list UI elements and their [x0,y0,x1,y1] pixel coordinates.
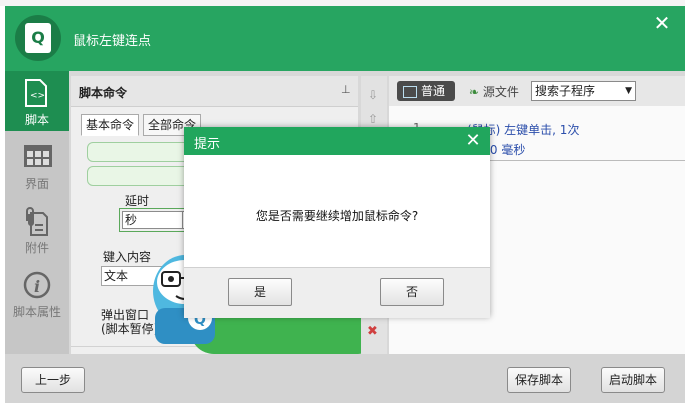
leaf-icon: ❧ [469,85,480,99]
nav-item-label: 附件 [24,241,49,255]
tab-basic-commands[interactable]: 基本命令 [81,114,140,136]
nav-item-label: 脚本 [24,113,49,127]
svg-text:<>: <> [30,91,45,101]
save-script-button[interactable]: 保存脚本 [507,367,571,393]
nav-item-label: 脚本属性 [12,305,61,319]
dialog-title: 提示 [194,137,221,152]
app-logo: Q [15,15,61,61]
nav-item-attachment[interactable]: 附件 [5,199,69,259]
delay-label: 延时 [125,194,150,208]
normal-view-button[interactable]: 普通 [397,81,455,101]
prev-step-button[interactable]: 上一步 [21,367,85,393]
prompt-dialog: 提示 ✕ 您是否需要继续增加鼠标命令? 是 否 [184,127,490,318]
nav-item-interface[interactable]: 界面 [5,135,69,195]
svg-text:i: i [34,277,40,296]
chevron-down-icon: ▼ [625,86,632,96]
yes-button[interactable]: 是 [228,278,292,306]
info-icon: i [23,271,51,299]
app-title: 鼠标左键连点 [73,34,152,49]
no-button[interactable]: 否 [380,278,444,306]
search-subroutine-select[interactable]: 搜索子程序 ▼ [531,81,636,101]
layout-grid-icon [24,145,52,167]
bottom-bar: 上一步 保存脚本 启动脚本 [5,354,685,403]
nav-item-script[interactable]: <> 脚本 [5,71,69,131]
source-file-button[interactable]: ❧ 源文件 [469,83,519,100]
divider [489,160,685,161]
code-file-icon: <> [25,79,47,107]
title-bar: Q 鼠标左键连点 ✕ [5,6,685,71]
start-script-button[interactable]: 启动脚本 [601,367,665,393]
window-icon [403,86,417,98]
nav-item-label: 界面 [24,177,49,191]
arrow-up-icon[interactable]: ⇧ [368,112,378,126]
editor-toolbar: 普通 ❧ 源文件 搜索子程序 ▼ [389,76,685,106]
left-nav: <> 脚本 界面 附件 i 脚本属性 [5,71,69,354]
dialog-close-icon[interactable]: ✕ [460,128,486,154]
app-logo-letter: Q [25,23,51,53]
window-close-icon[interactable]: ✕ [650,11,674,35]
dialog-header: 提示 ✕ [184,127,490,155]
paperclip-document-icon [26,207,48,236]
arrow-down-icon[interactable]: ⇩ [368,88,378,102]
delete-x-icon[interactable]: ✖ [367,324,378,339]
dialog-footer: 是 否 [184,267,490,318]
nav-item-script-properties[interactable]: i 脚本属性 [5,263,69,323]
pin-icon[interactable]: ⊥ [341,83,351,96]
command-panel-header: 脚本命令 ⊥ [71,76,358,107]
command-panel-title: 脚本命令 [79,86,128,100]
dialog-message: 您是否需要继续增加鼠标命令? [255,209,419,223]
